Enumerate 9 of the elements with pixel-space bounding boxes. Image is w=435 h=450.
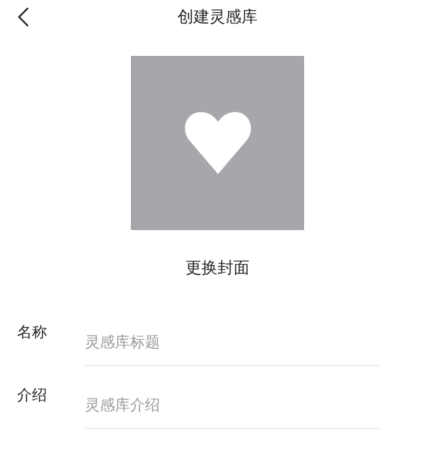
page-title: 创建灵感库 [178,6,258,28]
back-icon[interactable] [17,7,29,27]
heart-icon [184,112,252,174]
change-cover-button[interactable]: 更换封面 [180,256,256,281]
input-field[interactable]: 灵感库介绍 [85,394,380,429]
field-label: 名称 [17,323,48,342]
field-label: 介绍 [17,386,48,405]
cover-image[interactable] [131,56,304,230]
input-field[interactable]: 灵感库标题 [85,331,380,366]
